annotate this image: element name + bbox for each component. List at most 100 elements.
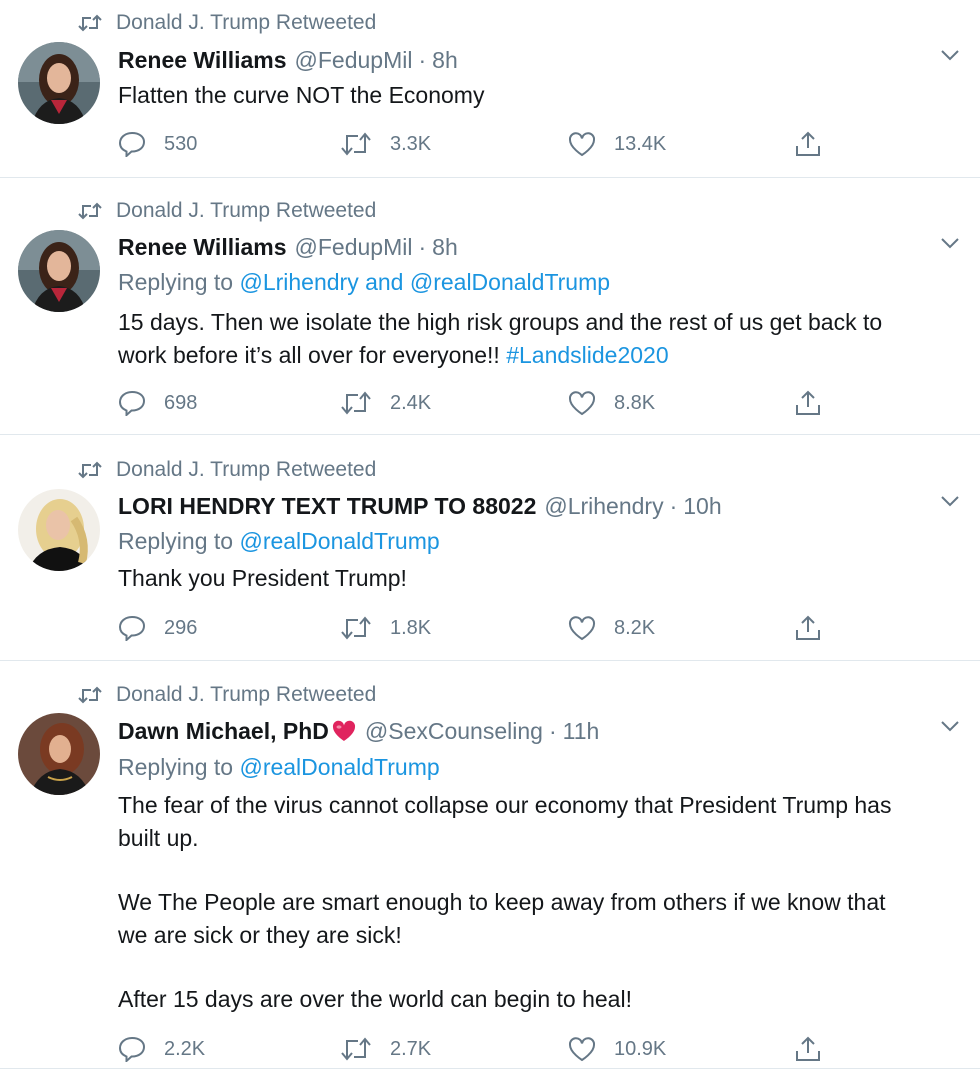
share-icon bbox=[794, 389, 822, 417]
like-count: 10.9K bbox=[614, 1037, 667, 1060]
timestamp[interactable]: 11h bbox=[563, 718, 600, 745]
chevron-down-icon[interactable] bbox=[938, 717, 962, 735]
tweet-actions: 2.2K 2.7K 10.9K bbox=[118, 1035, 838, 1063]
retweet-label: Donald J. Trump Retweeted bbox=[116, 11, 377, 34]
user-handle[interactable]: @SexCounseling bbox=[365, 718, 543, 745]
like-count: 8.2K bbox=[614, 616, 656, 639]
tweet-text: Thank you President Trump! bbox=[118, 562, 958, 595]
retweet-button[interactable]: 2.7K bbox=[340, 1035, 431, 1063]
retweet-icon bbox=[78, 13, 102, 33]
tweet-text: Flatten the curve NOT the Economy bbox=[118, 79, 958, 112]
tweet-text-fragment: work before it’s all over for everyone!! bbox=[118, 342, 507, 368]
avatar[interactable] bbox=[18, 489, 100, 571]
display-name[interactable]: Renee Williams bbox=[118, 47, 287, 74]
like-button[interactable]: 13.4K bbox=[568, 130, 666, 158]
retweet-icon bbox=[340, 1037, 372, 1061]
replying-to-prefix: Replying to bbox=[118, 528, 240, 554]
tweet-header: Renee Williams @FedupMil · 8h bbox=[118, 233, 458, 261]
separator: · bbox=[669, 492, 678, 519]
reply-count: 698 bbox=[164, 391, 198, 414]
tweet-text-line: Thank you President Trump! bbox=[118, 565, 407, 591]
retweet-icon bbox=[78, 201, 102, 221]
tweet-text-line: we are sick or they are sick! bbox=[118, 922, 402, 948]
tweet-text-line: 15 days. Then we isolate the high risk g… bbox=[118, 309, 883, 335]
reply-count: 2.2K bbox=[164, 1037, 206, 1060]
reply-button[interactable]: 296 bbox=[118, 614, 197, 642]
chevron-down-icon[interactable] bbox=[938, 492, 962, 510]
share-button[interactable] bbox=[794, 389, 840, 417]
tweet-text-line: built up. bbox=[118, 825, 199, 851]
replying-to: Replying to @Lrihendry and @realDonaldTr… bbox=[118, 269, 610, 296]
share-button[interactable] bbox=[794, 130, 840, 158]
reply-count: 530 bbox=[164, 132, 198, 155]
tweet-text: The fear of the virus cannot collapse ou… bbox=[118, 789, 958, 1016]
reply-count: 296 bbox=[164, 616, 198, 639]
timestamp[interactable]: 8h bbox=[432, 234, 458, 261]
reply-button[interactable]: 530 bbox=[118, 130, 197, 158]
display-name[interactable]: Renee Williams bbox=[118, 234, 287, 261]
tweet-header: Renee Williams @FedupMil · 8h bbox=[118, 46, 458, 74]
retweet-button[interactable]: 3.3K bbox=[340, 130, 431, 158]
tweet-text-line: work before it’s all over for everyone!!… bbox=[118, 339, 958, 372]
tweet-actions: 530 3.3K 13.4K bbox=[118, 130, 838, 158]
retweet-context: Donald J. Trump Retweeted bbox=[78, 11, 376, 35]
reply-icon bbox=[118, 390, 146, 416]
retweet-count: 3.3K bbox=[390, 132, 432, 155]
hashtag-link[interactable]: #Landslide2020 bbox=[506, 342, 668, 368]
retweet-button[interactable]: 2.4K bbox=[340, 389, 431, 417]
retweet-button[interactable]: 1.8K bbox=[340, 614, 431, 642]
retweet-label: Donald J. Trump Retweeted bbox=[116, 199, 377, 222]
like-icon bbox=[568, 1036, 596, 1062]
retweet-context: Donald J. Trump Retweeted bbox=[78, 683, 376, 707]
tweet-actions: 698 2.4K 8.8K bbox=[118, 389, 838, 417]
share-button[interactable] bbox=[794, 614, 840, 642]
reply-icon bbox=[118, 615, 146, 641]
retweet-context: Donald J. Trump Retweeted bbox=[78, 199, 376, 223]
replying-to: Replying to @realDonaldTrump bbox=[118, 528, 440, 555]
display-name[interactable]: LORI HENDRY TEXT TRUMP TO 88022 bbox=[118, 493, 536, 520]
replying-to-link[interactable]: @realDonaldTrump bbox=[239, 528, 439, 554]
chevron-down-icon[interactable] bbox=[938, 234, 962, 252]
like-button[interactable]: 8.8K bbox=[568, 389, 655, 417]
retweet-icon bbox=[78, 460, 102, 480]
tweet[interactable]: Donald J. Trump Retweeted Renee Williams… bbox=[0, 178, 980, 435]
replying-to-link[interactable]: @Lrihendry and @realDonaldTrump bbox=[239, 269, 610, 295]
like-button[interactable]: 8.2K bbox=[568, 614, 655, 642]
retweet-label: Donald J. Trump Retweeted bbox=[116, 458, 377, 481]
user-handle[interactable]: @FedupMil bbox=[295, 47, 413, 74]
tweet[interactable]: Donald J. Trump Retweeted Dawn Michael, … bbox=[0, 661, 980, 1069]
tweet-header: LORI HENDRY TEXT TRUMP TO 88022 @Lrihend… bbox=[118, 492, 722, 520]
avatar[interactable] bbox=[18, 42, 100, 124]
reply-button[interactable]: 698 bbox=[118, 389, 197, 417]
like-button[interactable]: 10.9K bbox=[568, 1035, 666, 1063]
timestamp[interactable]: 10h bbox=[683, 493, 721, 520]
tweet-text-line: The fear of the virus cannot collapse ou… bbox=[118, 792, 892, 818]
timestamp[interactable]: 8h bbox=[432, 47, 458, 74]
replying-to-link[interactable]: @realDonaldTrump bbox=[239, 754, 439, 780]
retweet-count: 1.8K bbox=[390, 616, 432, 639]
tweet-actions: 296 1.8K 8.2K bbox=[118, 614, 838, 642]
tweet[interactable]: Donald J. Trump Retweeted Renee Williams… bbox=[0, 0, 980, 178]
retweet-icon bbox=[340, 132, 372, 156]
retweet-icon bbox=[340, 616, 372, 640]
tweet-text-line: Flatten the curve NOT the Economy bbox=[118, 82, 485, 108]
share-button[interactable] bbox=[794, 1035, 840, 1063]
like-count: 8.8K bbox=[614, 391, 656, 414]
tweet[interactable]: Donald J. Trump Retweeted LORI HENDRY TE… bbox=[0, 435, 980, 661]
retweet-label: Donald J. Trump Retweeted bbox=[116, 683, 377, 706]
user-handle[interactable]: @Lrihendry bbox=[544, 493, 663, 520]
display-name[interactable]: Dawn Michael, PhD bbox=[118, 718, 329, 745]
avatar[interactable] bbox=[18, 713, 100, 795]
tweet-text: 15 days. Then we isolate the high risk g… bbox=[118, 306, 958, 372]
reply-button[interactable]: 2.2K bbox=[118, 1035, 205, 1063]
reply-icon bbox=[118, 1036, 146, 1062]
retweet-count: 2.4K bbox=[390, 391, 432, 414]
tweet-text-line: After 15 days are over the world can beg… bbox=[118, 986, 632, 1012]
avatar[interactable] bbox=[18, 230, 100, 312]
user-handle[interactable]: @FedupMil bbox=[295, 234, 413, 261]
retweet-count: 2.7K bbox=[390, 1037, 432, 1060]
chevron-down-icon[interactable] bbox=[938, 46, 962, 64]
replying-to-prefix: Replying to bbox=[118, 754, 240, 780]
like-icon bbox=[568, 615, 596, 641]
like-icon bbox=[568, 131, 596, 157]
